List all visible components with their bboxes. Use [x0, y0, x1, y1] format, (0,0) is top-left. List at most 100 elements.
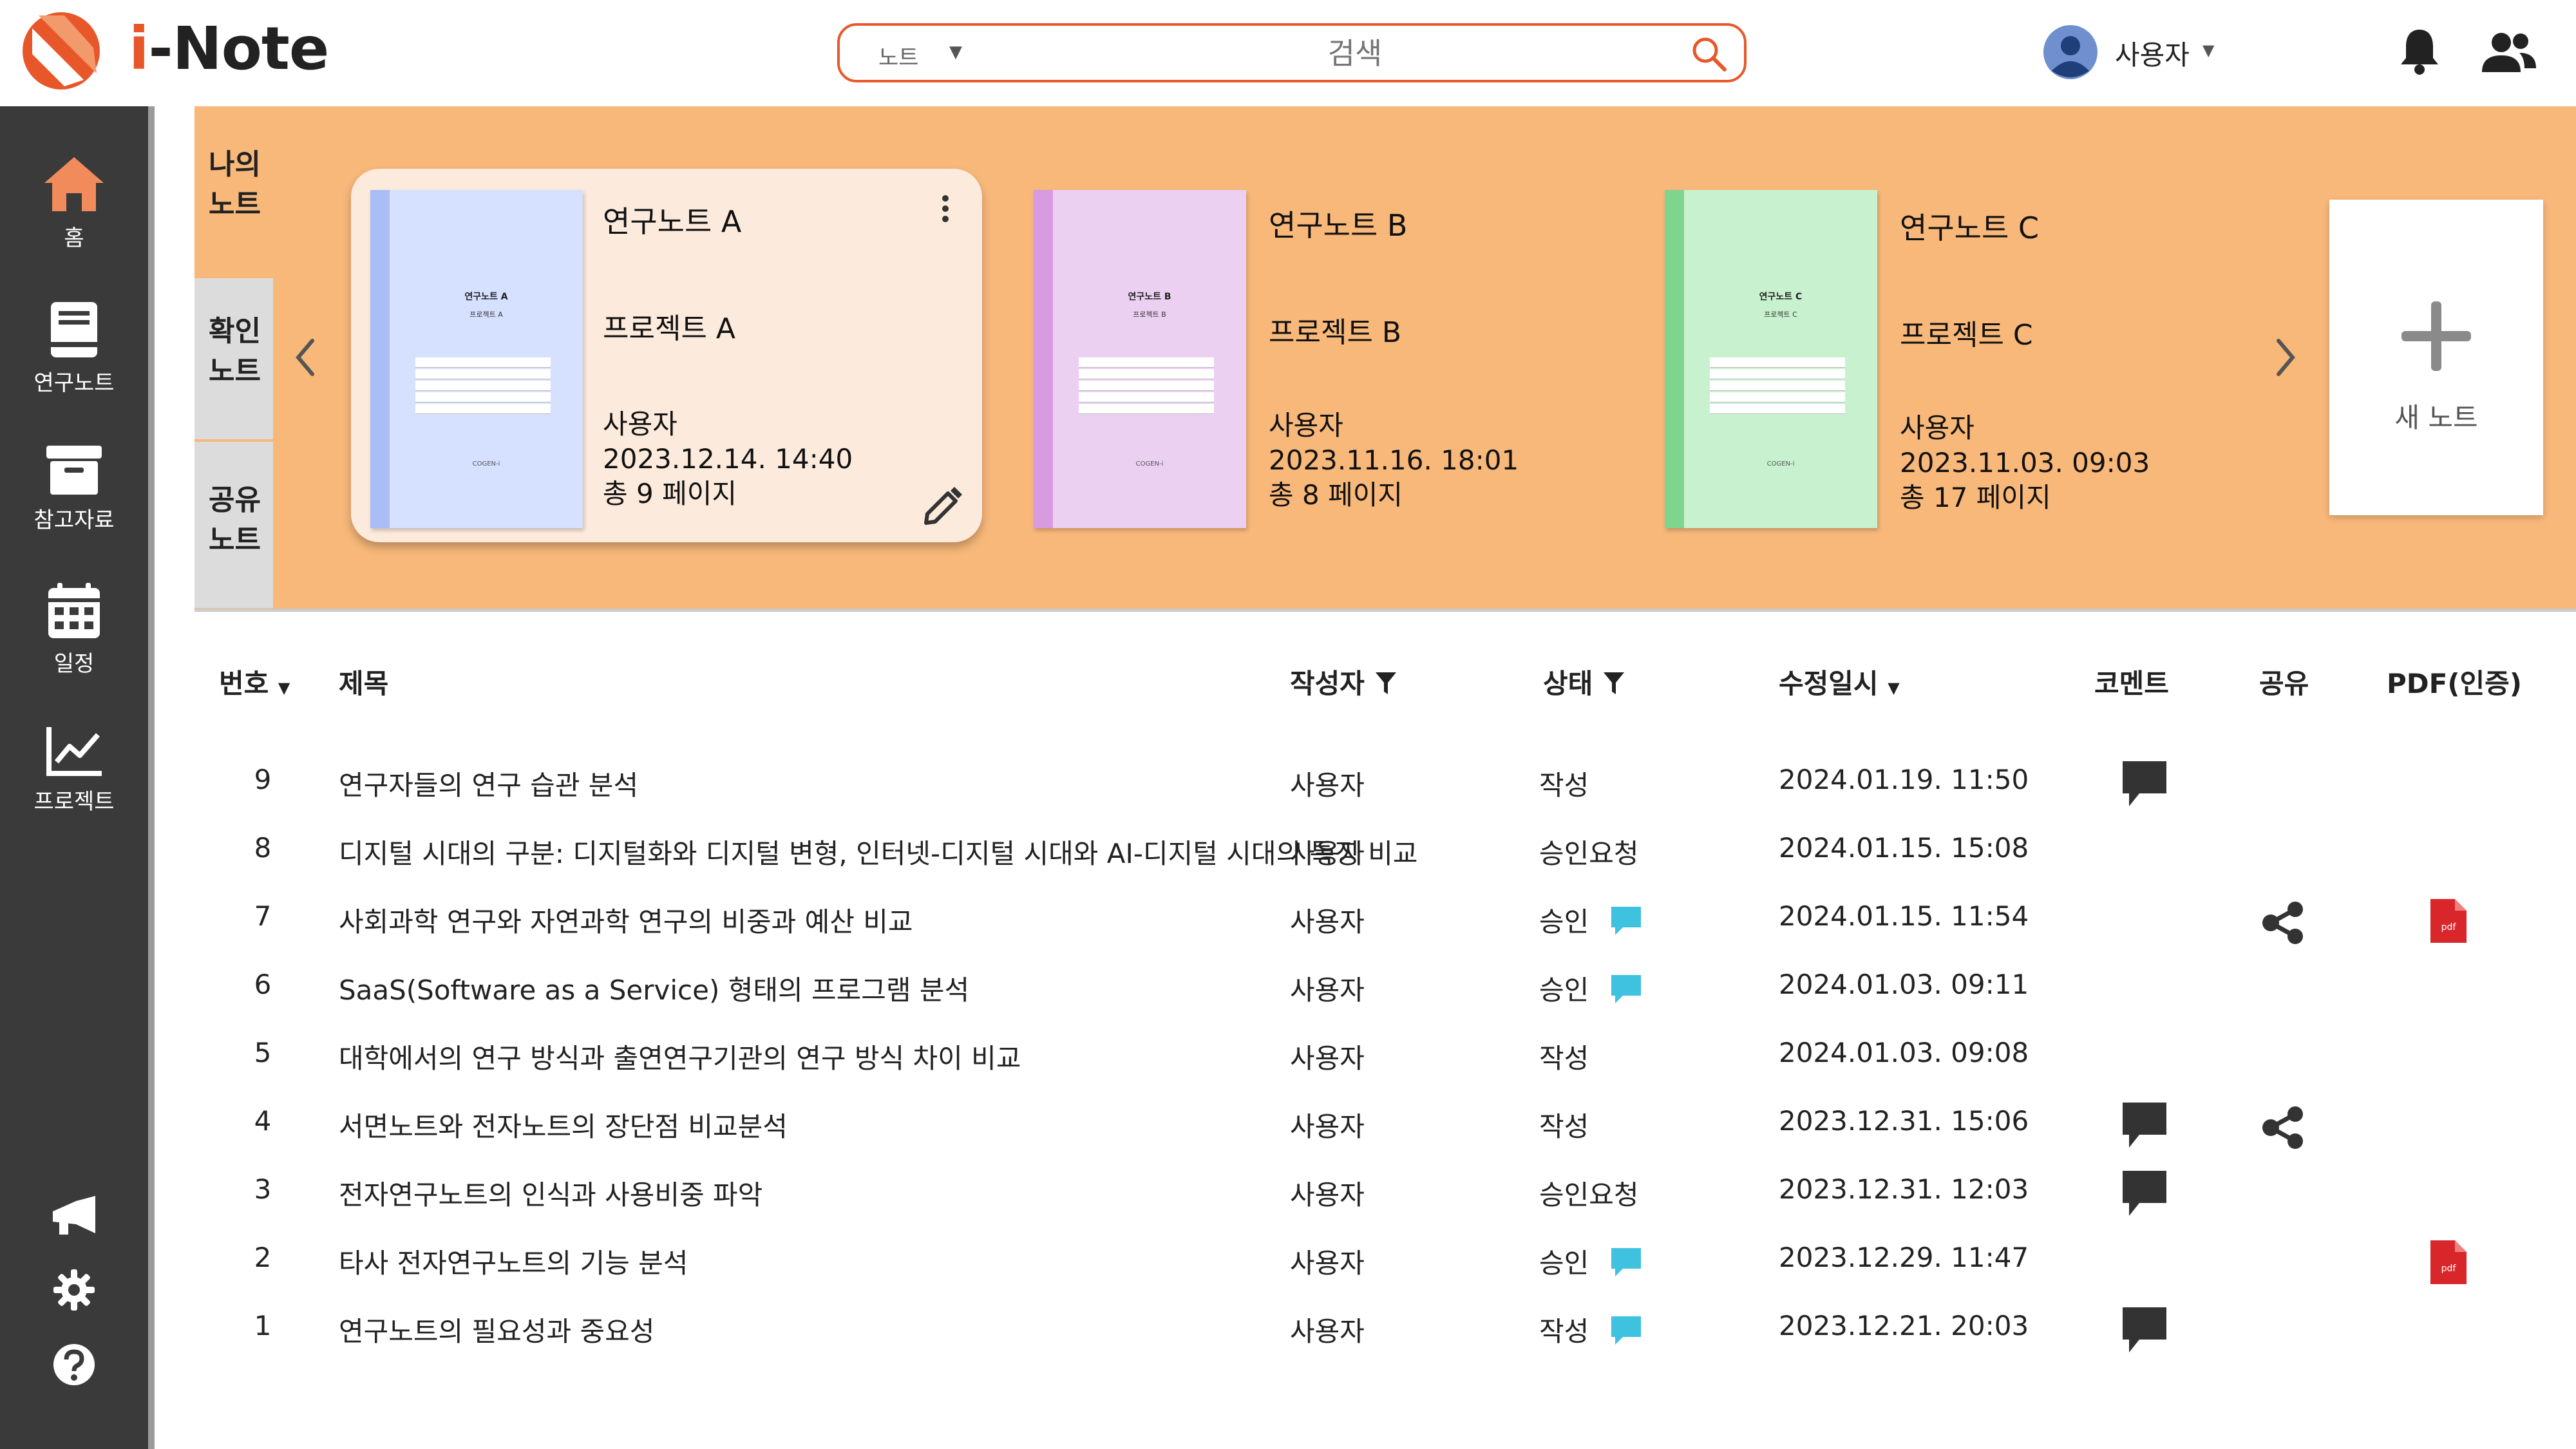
chevron-left-icon[interactable] — [287, 332, 325, 383]
sidebar-item-home[interactable]: 홈 — [0, 155, 148, 252]
card-title[interactable]: 연구노트 A — [603, 198, 741, 241]
row-title[interactable]: 전자연구노트의 인식과 사용비중 파악 — [339, 1173, 1421, 1213]
status-comment-icon[interactable] — [1609, 972, 1643, 1006]
row-number: 1 — [254, 1310, 272, 1341]
pdf-icon[interactable]: pdf — [2429, 1239, 2468, 1285]
card-title[interactable]: 연구노트 B — [1269, 202, 1407, 245]
comment-icon[interactable] — [2120, 1168, 2169, 1218]
plus-icon — [2401, 301, 2471, 371]
notebook-icon — [51, 302, 97, 357]
table-row[interactable]: 1 연구노트의 필요성과 중요성 사용자 작성 2023.12.21. 20:03 — [193, 1297, 2576, 1365]
sidebar-item-label: 참고자료 — [33, 507, 115, 533]
pdf-icon[interactable]: pdf — [2429, 898, 2468, 944]
tab-confirm-notes[interactable]: 확인 노트 — [194, 278, 273, 439]
row-status: 작성 — [1539, 1043, 1589, 1074]
col-header-title[interactable]: 제목 — [339, 662, 388, 701]
cover-brand: COGEN-i — [472, 460, 500, 468]
status-comment-icon[interactable] — [1609, 904, 1643, 938]
row-number: 4 — [254, 1105, 272, 1137]
card-project: 프로젝트 B — [1269, 316, 1402, 349]
row-number: 8 — [254, 832, 272, 864]
row-author: 사용자 — [1290, 1247, 1365, 1279]
row-title[interactable]: 디지털 시대의 구분: 디지털화와 디지털 변형, 인터넷-디지털 시대와 AI… — [339, 832, 1421, 871]
table-row[interactable]: 3 전자연구노트의 인식과 사용비중 파악 사용자 승인요청 2023.12.31. 1… — [193, 1160, 2576, 1229]
more-vert-icon[interactable] — [938, 193, 953, 224]
gear-icon[interactable] — [53, 1269, 95, 1311]
search-scope-select[interactable]: 노트 — [878, 40, 919, 71]
share-icon[interactable] — [2260, 1106, 2306, 1149]
user-name[interactable]: 사용자 — [2115, 33, 2190, 73]
col-header-num[interactable]: 번호 ▼ — [219, 662, 290, 701]
comment-icon[interactable] — [2120, 759, 2169, 809]
col-header-modified[interactable]: 수정일시 ▼ — [1779, 662, 1900, 701]
table-row[interactable]: 8 디지털 시대의 구분: 디지털화와 디지털 변형, 인터넷-디지털 시대와 A… — [193, 819, 2576, 887]
row-title[interactable]: 연구자들의 연구 습관 분석 — [339, 764, 1421, 803]
table-row[interactable]: 9 연구자들의 연구 습관 분석 사용자 작성 2024.01.19. 11:50 — [193, 751, 2576, 819]
row-author: 사용자 — [1290, 1179, 1365, 1211]
avatar-icon[interactable] — [2043, 24, 2098, 80]
search-input[interactable] — [1097, 31, 1613, 76]
row-modified-date: 2024.01.03. 09:08 — [1779, 1037, 2029, 1068]
bell-icon[interactable] — [2398, 27, 2441, 76]
row-title[interactable]: 서면노트와 전자노트의 장단점 비교분석 — [339, 1105, 1421, 1144]
row-title[interactable]: 타사 전자연구노트의 기능 분석 — [339, 1242, 1421, 1281]
chevron-down-icon[interactable]: ▼ — [949, 43, 962, 62]
tab-my-notes[interactable]: 나의 노트 — [194, 106, 273, 277]
edit-icon[interactable] — [921, 484, 963, 527]
comment-icon[interactable] — [2120, 1100, 2169, 1150]
help-icon[interactable] — [52, 1343, 96, 1387]
sidebar-item-projects[interactable]: 프로젝트 — [0, 724, 148, 815]
note-cover-a[interactable]: 연구노트 A 프로젝트 A COGEN-i — [370, 190, 583, 528]
cover-brand: COGEN-i — [1766, 460, 1795, 468]
search-bar: 노트 ▼ — [837, 23, 1747, 82]
row-modified-date: 2024.01.03. 09:11 — [1779, 969, 2029, 1000]
card-title[interactable]: 연구노트 C — [1900, 205, 2039, 247]
col-header-status[interactable]: 상태 — [1543, 662, 1625, 701]
tab-shared-notes[interactable]: 공유 노트 — [194, 442, 273, 608]
sidebar: 홈 연구노트 참고자료 일정 프로젝트 — [0, 106, 155, 1449]
note-cover-b[interactable]: 연구노트 B 프로젝트 B COGEN-i — [1034, 190, 1246, 528]
status-comment-icon[interactable] — [1609, 1314, 1643, 1347]
card-meta: 사용자 2023.11.03. 09:03 총 17 페이지 — [1900, 412, 2150, 513]
col-header-author[interactable]: 작성자 — [1290, 662, 1397, 701]
cover-info-rows — [415, 357, 551, 415]
megaphone-icon[interactable] — [50, 1195, 98, 1237]
row-title[interactable]: 사회과학 연구와 자연과학 연구의 비중과 예산 비교 — [339, 900, 1421, 940]
share-icon[interactable] — [2260, 902, 2306, 944]
row-title[interactable]: 대학에서의 연구 방식과 출연연구기관의 연구 방식 차이 비교 — [339, 1037, 1421, 1076]
app-logo[interactable] — [19, 9, 103, 93]
sidebar-item-notes[interactable]: 연구노트 — [0, 301, 148, 397]
people-icon[interactable] — [2479, 31, 2537, 76]
table-row[interactable]: 7 사회과학 연구와 자연과학 연구의 비중과 예산 비교 사용자 승인 2024.01… — [193, 887, 2576, 956]
row-title[interactable]: 연구노트의 필요성과 중요성 — [339, 1310, 1421, 1349]
new-note-button[interactable]: 새 노트 — [2329, 200, 2543, 515]
note-cover-c[interactable]: 연구노트 C 프로젝트 C COGEN-i — [1665, 190, 1877, 528]
sidebar-item-schedule[interactable]: 일정 — [0, 583, 148, 677]
archive-icon — [46, 446, 102, 495]
row-number: 7 — [254, 900, 272, 932]
row-author: 사용자 — [1290, 1111, 1365, 1142]
row-status: 작성 — [1539, 1111, 1589, 1142]
search-icon[interactable] — [1690, 35, 1728, 73]
caret-down-icon[interactable]: ▼ — [2202, 41, 2214, 59]
status-comment-icon[interactable] — [1609, 1245, 1643, 1279]
row-number: 9 — [254, 764, 272, 795]
cover-info-rows — [1079, 357, 1214, 415]
card-meta: 사용자 2023.12.14. 14:40 총 9 페이지 — [603, 408, 853, 509]
row-author: 사용자 — [1290, 1043, 1365, 1074]
row-status: 작성 — [1539, 770, 1589, 801]
filter-icon[interactable] — [1374, 671, 1397, 696]
row-modified-date: 2023.12.31. 15:06 — [1779, 1105, 2029, 1137]
table-row[interactable]: 6 SaaS(Software as a Service) 형태의 프로그램 분석… — [193, 956, 2576, 1024]
comment-icon[interactable] — [2120, 1305, 2169, 1355]
row-title[interactable]: SaaS(Software as a Service) 형태의 프로그램 분석 — [339, 969, 1421, 1008]
app-title: i-Note — [129, 14, 329, 83]
filter-icon[interactable] — [1602, 671, 1625, 696]
chevron-right-icon[interactable] — [2266, 332, 2304, 383]
table-row[interactable]: 2 타사 전자연구노트의 기능 분석 사용자 승인 2023.12.29. 11:47 p… — [193, 1229, 2576, 1297]
table-row[interactable]: 5 대학에서의 연구 방식과 출연연구기관의 연구 방식 차이 비교 사용자 작성 20… — [193, 1024, 2576, 1092]
table-row[interactable]: 4 서면노트와 전자노트의 장단점 비교분석 사용자 작성 2023.12.31. 15… — [193, 1092, 2576, 1160]
card-project: 프로젝트 A — [603, 312, 736, 345]
sidebar-item-references[interactable]: 참고자료 — [0, 444, 148, 534]
row-modified-date: 2024.01.15. 11:54 — [1779, 900, 2029, 932]
